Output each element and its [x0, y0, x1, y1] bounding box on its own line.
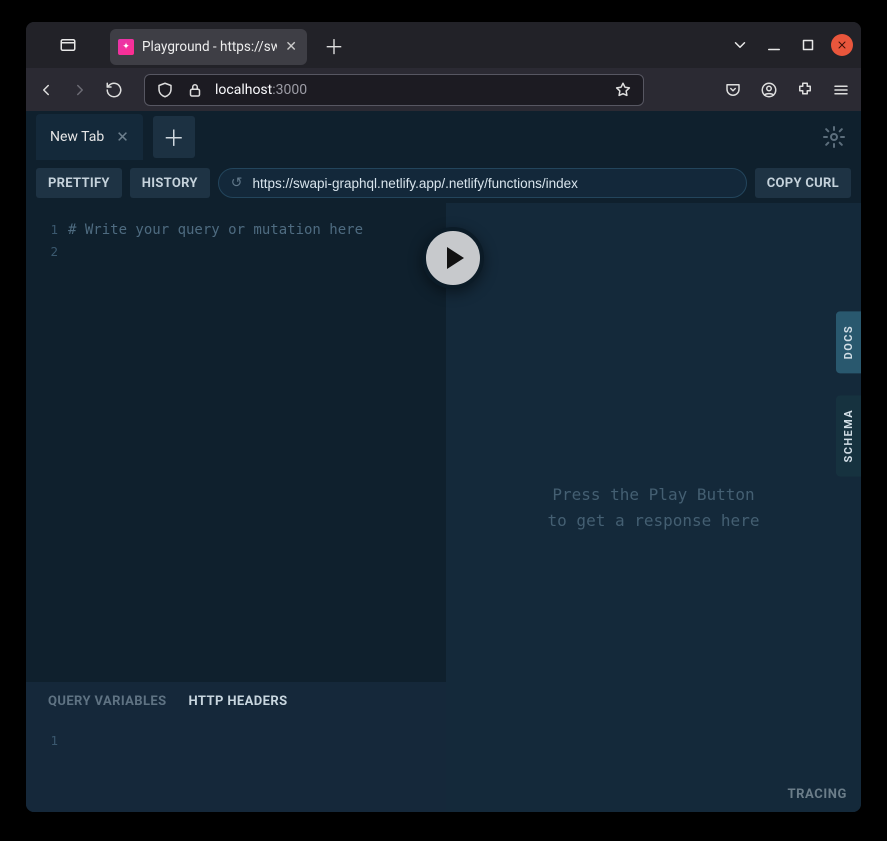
playground-tabbar: New Tab ✕ ＋: [26, 111, 861, 163]
browser-titlebar: ✦ Playground - https://swa ✕ ＋: [26, 22, 861, 68]
response-panel: Press the Play Button to get a response …: [446, 203, 861, 812]
settings-gear-icon[interactable]: [817, 120, 851, 154]
add-playground-tab-button[interactable]: ＋: [153, 116, 195, 158]
hamburger-menu-icon[interactable]: [831, 80, 851, 100]
playground-tab-label: New Tab: [50, 129, 104, 145]
url-text: localhost:3000: [215, 82, 603, 98]
query-editor-column: 1 2 # Write your query or mutation here …: [26, 203, 446, 812]
endpoint-input[interactable]: [252, 176, 733, 191]
maximize-window-button[interactable]: [791, 28, 825, 62]
playground-tab[interactable]: New Tab ✕: [36, 114, 143, 160]
playground-toolbar: PRETTIFY HISTORY ↺ COPY CURL: [26, 163, 861, 203]
reload-button[interactable]: [104, 80, 124, 100]
reload-endpoint-icon[interactable]: ↺: [231, 175, 243, 191]
browser-window: ✦ Playground - https://swa ✕ ＋ localhost…: [26, 22, 861, 812]
close-playground-tab-icon[interactable]: ✕: [116, 128, 129, 146]
browser-tab-title: Playground - https://swa: [142, 39, 277, 55]
account-icon[interactable]: [759, 80, 779, 100]
extensions-icon[interactable]: [795, 80, 815, 100]
prettify-button[interactable]: PRETTIFY: [36, 168, 122, 198]
bottom-tabbar: QUERY VARIABLES HTTP HEADERS: [26, 682, 446, 720]
schema-drawer-handle[interactable]: SCHEMA: [836, 395, 861, 476]
close-window-button[interactable]: [831, 34, 853, 56]
play-button[interactable]: [422, 227, 484, 289]
tab-http-headers[interactable]: HTTP HEADERS: [189, 694, 288, 709]
pocket-icon[interactable]: [723, 80, 743, 100]
editor-placeholder-comment: # Write your query or mutation here: [68, 219, 446, 241]
docs-drawer-handle[interactable]: DOCS: [836, 311, 861, 373]
browser-tab[interactable]: ✦ Playground - https://swa ✕: [110, 29, 307, 65]
lock-icon: [185, 80, 205, 100]
editor-body[interactable]: # Write your query or mutation here: [68, 219, 446, 682]
copy-curl-button[interactable]: COPY CURL: [755, 168, 851, 198]
http-headers-editor[interactable]: 1: [26, 720, 446, 812]
editor-gutter: 1 2: [26, 219, 68, 682]
playground-main: 1 2 # Write your query or mutation here …: [26, 203, 861, 812]
graphql-favicon: ✦: [118, 39, 134, 55]
minimize-window-button[interactable]: [757, 28, 791, 62]
history-button[interactable]: HISTORY: [130, 168, 210, 198]
close-tab-icon[interactable]: ✕: [285, 40, 297, 54]
endpoint-bar[interactable]: ↺: [218, 168, 747, 198]
response-placeholder: Press the Play Button to get a response …: [548, 482, 760, 533]
tabs-dropdown-icon[interactable]: [723, 28, 757, 62]
tab-query-variables[interactable]: QUERY VARIABLES: [48, 694, 167, 709]
new-browser-tab-button[interactable]: ＋: [317, 28, 351, 62]
bookmark-star-icon[interactable]: [613, 80, 633, 100]
nav-forward-button[interactable]: [70, 80, 90, 100]
nav-back-button[interactable]: [36, 80, 56, 100]
headers-gutter: 1: [26, 730, 68, 812]
side-drawer-handles: DOCS SCHEMA: [836, 311, 861, 477]
browser-toolbar: localhost:3000: [26, 68, 861, 111]
query-editor[interactable]: 1 2 # Write your query or mutation here: [26, 203, 446, 682]
shield-icon: [155, 80, 175, 100]
graphql-playground: New Tab ✕ ＋ PRETTIFY HISTORY ↺ COPY CURL…: [26, 111, 861, 812]
url-bar[interactable]: localhost:3000: [144, 74, 644, 106]
firefox-view-icon[interactable]: [26, 36, 110, 54]
tracing-toggle[interactable]: TRACING: [787, 787, 847, 802]
